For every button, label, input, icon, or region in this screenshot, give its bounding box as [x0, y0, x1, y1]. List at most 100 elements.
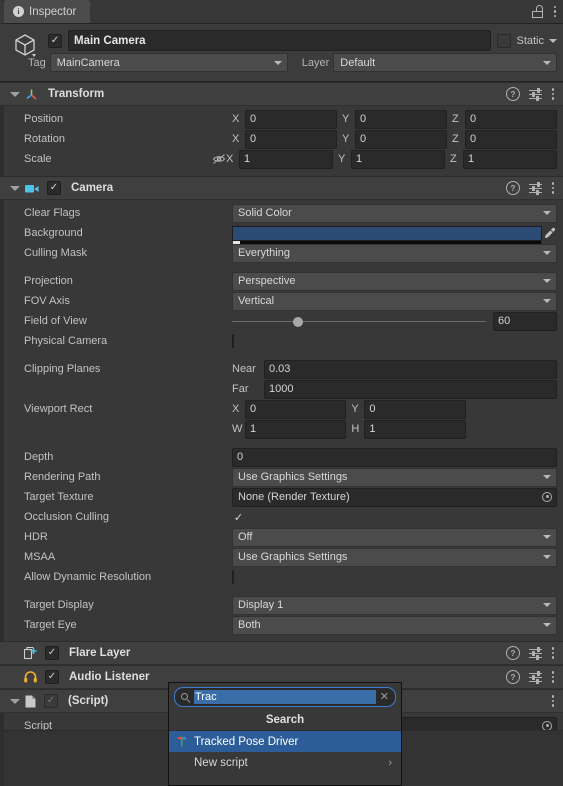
kebab-menu-icon[interactable]: [551, 695, 555, 707]
tag-chevron-down-icon: [273, 60, 282, 65]
component-header-transform[interactable]: Transform ?: [0, 82, 563, 106]
help-icon[interactable]: ?: [506, 670, 520, 684]
preset-settings-icon[interactable]: [529, 87, 542, 101]
rotation-x-input[interactable]: 0: [245, 129, 337, 149]
clear-flags-dropdown[interactable]: Solid Color: [232, 203, 557, 223]
headphones-icon: [24, 671, 37, 683]
slider-handle[interactable]: [292, 316, 303, 327]
tab-inspector[interactable]: i Inspector: [4, 0, 91, 23]
help-icon[interactable]: ?: [506, 181, 520, 195]
preset-settings-icon[interactable]: [529, 646, 542, 660]
axis-label-z: Z: [452, 113, 459, 125]
object-picker-icon[interactable]: [542, 720, 552, 731]
kebab-menu-icon[interactable]: [551, 182, 555, 194]
object-picker-icon[interactable]: [542, 491, 552, 502]
hdr-dropdown[interactable]: Off: [232, 527, 557, 547]
rendering-path-dropdown[interactable]: Use Graphics Settings: [232, 467, 557, 487]
gameobject-enabled-checkbox[interactable]: ✓: [48, 33, 62, 48]
camera-foldout-icon[interactable]: [10, 185, 20, 191]
target-eye-fields: Both: [232, 615, 557, 635]
label-field-of-view: Field of View: [24, 315, 87, 327]
viewport-y-input[interactable]: 0: [364, 399, 466, 419]
rotation-fields: X 0 Y 0 Z 0: [232, 129, 557, 149]
scale-x-input[interactable]: 1: [239, 149, 333, 169]
projection-dropdown[interactable]: Perspective: [232, 271, 557, 291]
viewport-x-input[interactable]: 0: [245, 399, 347, 419]
preset-settings-icon[interactable]: [529, 181, 542, 195]
fov-axis-dropdown[interactable]: Vertical: [232, 291, 557, 311]
clipping-near-input[interactable]: 0.03: [264, 359, 557, 379]
occlusion-culling-checkbox[interactable]: ✓: [232, 511, 245, 524]
preset-settings-icon[interactable]: [529, 670, 542, 684]
tag-dropdown[interactable]: MainCamera: [49, 53, 288, 72]
depth-fields: 0: [232, 447, 557, 467]
unlocked-padlock-icon[interactable]: [532, 5, 543, 18]
position-y-input[interactable]: 0: [355, 109, 447, 129]
target-texture-objectfield[interactable]: None (Render Texture): [232, 487, 557, 507]
depth-input[interactable]: 0: [232, 447, 557, 467]
target-eye-dropdown[interactable]: Both: [232, 615, 557, 635]
scale-y-input[interactable]: 1: [351, 149, 445, 169]
msaa-dropdown[interactable]: Use Graphics Settings: [232, 547, 557, 567]
target-texture-value: None (Render Texture): [238, 491, 350, 503]
viewport-h-input[interactable]: 1: [364, 419, 466, 439]
rotation-y-input[interactable]: 0: [355, 129, 447, 149]
rotation-z-input[interactable]: 0: [465, 129, 557, 149]
clipping-far-input[interactable]: 1000: [264, 379, 557, 399]
help-icon[interactable]: ?: [506, 87, 520, 101]
info-icon: i: [13, 6, 24, 17]
static-label: Static: [516, 34, 544, 47]
viewport-w-input[interactable]: 1: [245, 419, 347, 439]
search-input[interactable]: Trac: [194, 690, 376, 704]
culling-mask-fields: Everything: [232, 243, 557, 263]
position-x-input[interactable]: 0: [245, 109, 337, 129]
target-display-dropdown[interactable]: Display 1: [232, 595, 557, 615]
label-viewport-rect: Viewport Rect: [24, 403, 93, 415]
menu-item-new-script[interactable]: New script ›: [169, 752, 401, 773]
static-checkbox[interactable]: ✓: [497, 33, 512, 48]
help-icon[interactable]: ?: [506, 646, 520, 660]
component-header-flare-layer[interactable]: ✓ Flare Layer ?: [0, 641, 563, 665]
transform-foldout-icon[interactable]: [10, 91, 20, 97]
menu-item-label: New script: [194, 756, 248, 769]
scale-fields: X 1 Y 1 Z 1: [212, 149, 557, 169]
background-color-swatch[interactable]: [232, 225, 542, 244]
script-asset-icon: [177, 736, 186, 747]
audio-listener-enabled-checkbox[interactable]: ✓: [45, 670, 59, 684]
layer-value: Default: [340, 56, 376, 69]
kebab-menu-icon[interactable]: [551, 88, 555, 100]
culling-mask-dropdown[interactable]: Everything: [232, 243, 557, 263]
kebab-menu-icon[interactable]: [553, 5, 557, 18]
inspector-window: i Inspector ✓ Main Camera ✓ Static: [0, 0, 563, 786]
label-projection: Projection: [24, 275, 73, 287]
position-z-input[interactable]: 0: [465, 109, 557, 129]
component-title-flare-layer: Flare Layer: [69, 647, 131, 659]
constrain-proportions-off-icon[interactable]: [212, 153, 226, 165]
field-of-view-input[interactable]: 60: [493, 311, 557, 331]
gameobject-name-input[interactable]: Main Camera: [68, 30, 492, 51]
target-texture-fields: None (Render Texture): [232, 487, 557, 507]
static-chevron-down-icon[interactable]: [549, 38, 557, 43]
rendering-path-fields: Use Graphics Settings: [232, 467, 557, 487]
script-foldout-icon[interactable]: [10, 698, 20, 704]
kebab-menu-icon[interactable]: [551, 671, 555, 683]
camera-enabled-checkbox[interactable]: ✓: [47, 181, 61, 195]
label-background: Background: [24, 227, 83, 239]
allow-dynamic-resolution-checkbox[interactable]: [232, 570, 234, 584]
layer-dropdown[interactable]: Default: [333, 53, 557, 72]
field-of-view-fields: 60: [232, 311, 557, 331]
label-allow-dynamic-resolution: Allow Dynamic Resolution: [24, 571, 152, 583]
axis-label-z: Z: [452, 133, 459, 145]
clear-x-icon[interactable]: ✕: [380, 691, 389, 703]
flare-layer-enabled-checkbox[interactable]: ✓: [45, 646, 59, 660]
kebab-menu-icon[interactable]: [551, 647, 555, 659]
script-enabled-checkbox[interactable]: ✓: [44, 694, 58, 708]
field-of-view-slider[interactable]: [232, 313, 486, 330]
scale-z-input[interactable]: 1: [463, 149, 557, 169]
eyedropper-icon[interactable]: [542, 227, 557, 239]
physical-camera-checkbox[interactable]: [232, 334, 234, 348]
search-field-wrapper[interactable]: Trac ✕: [174, 687, 396, 707]
chevron-down-icon: [543, 298, 551, 303]
menu-item-tracked-pose-driver[interactable]: Tracked Pose Driver: [169, 731, 401, 752]
component-header-camera[interactable]: ✓ Camera ?: [0, 176, 563, 200]
